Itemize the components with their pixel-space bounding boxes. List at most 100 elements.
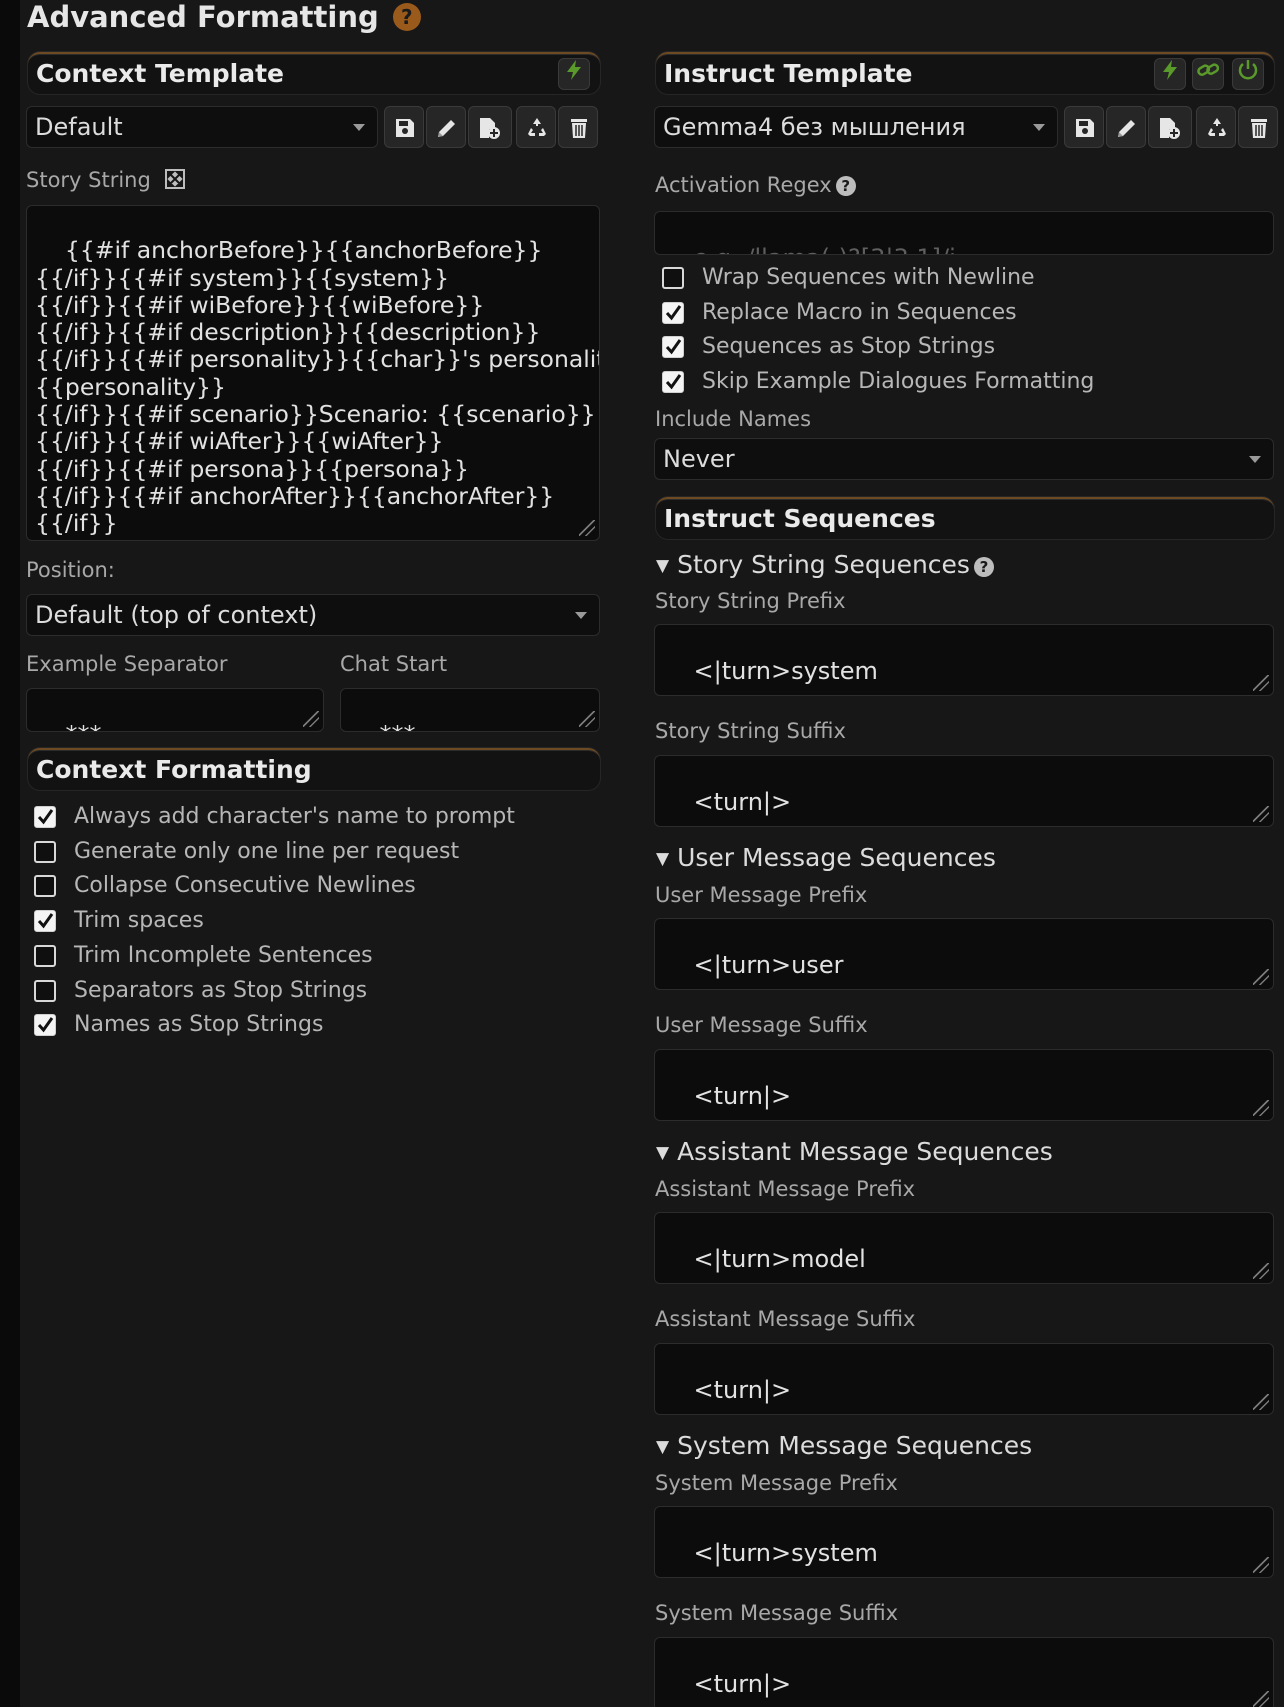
file-plus-icon <box>1160 118 1180 139</box>
checkbox-icon[interactable] <box>34 840 56 863</box>
example-separator-value: *** <box>66 721 102 731</box>
resize-grip-icon[interactable] <box>579 520 595 536</box>
user-suffix-field[interactable]: <turn|> <box>654 1049 1274 1121</box>
story-string-textarea[interactable]: {{#if anchorBefore}}{{anchorBefore}} {{/… <box>26 205 600 541</box>
help-icon[interactable]: ? <box>835 176 856 196</box>
instruct-new-button[interactable] <box>1148 106 1192 148</box>
context-template-select[interactable]: Default <box>26 106 378 148</box>
resize-grip-icon[interactable] <box>1253 1557 1269 1573</box>
assistant-suffix-value: <turn|> <box>693 1376 792 1404</box>
include-names-label: Include Names <box>655 407 812 431</box>
story-string-label: Story String <box>26 168 186 192</box>
system-prefix-value: <|turn>system <box>693 1539 878 1567</box>
checkbox-row[interactable]: Wrap Sequences with Newline <box>662 265 1262 297</box>
recycle-icon <box>528 118 546 136</box>
pencil-icon <box>1118 120 1135 137</box>
rename-button[interactable] <box>426 106 466 148</box>
resize-grip-icon[interactable] <box>1253 806 1269 822</box>
assistant-prefix-field[interactable]: <|turn>model <box>654 1212 1274 1284</box>
lightning-icon[interactable] <box>558 58 590 90</box>
checkbox-label: Wrap Sequences with Newline <box>702 265 1035 290</box>
include-names-select[interactable]: Never <box>654 438 1274 480</box>
resize-grip-icon[interactable] <box>1253 1394 1269 1410</box>
checkbox-label: Collapse Consecutive Newlines <box>74 873 416 899</box>
checkbox-row[interactable]: Generate only one line per request <box>34 839 594 871</box>
context-formatting-options: Always add character's name to prompt Gen… <box>34 804 594 1039</box>
system-suffix-field[interactable]: <turn|> <box>654 1637 1274 1707</box>
checkbox-row[interactable]: Skip Example Dialogues Formatting <box>662 369 1262 401</box>
resize-grip-icon[interactable] <box>1253 675 1269 691</box>
expand-icon[interactable] <box>164 168 186 190</box>
delete-button[interactable] <box>558 106 598 148</box>
checkbox-row[interactable]: Names as Stop Strings <box>34 1012 594 1044</box>
help-icon[interactable]: ? <box>973 557 994 577</box>
checkbox-row[interactable]: Always add character's name to prompt <box>34 804 594 836</box>
checkbox-icon[interactable] <box>34 944 56 967</box>
save-button[interactable] <box>384 106 424 148</box>
checkbox-icon[interactable] <box>34 1014 56 1037</box>
story-suffix-field[interactable]: <turn|> <box>654 755 1274 827</box>
story-prefix-label: Story String Prefix <box>655 589 846 613</box>
position-select[interactable]: Default (top of context) <box>26 594 600 636</box>
assistant-prefix-label: Assistant Message Prefix <box>655 1177 916 1201</box>
checkbox-icon[interactable] <box>662 371 684 394</box>
story-sequences-toggle[interactable]: ▼ Story String Sequences? <box>656 550 994 579</box>
checkbox-row[interactable]: Separators as Stop Strings <box>34 978 594 1010</box>
instruct-template-select[interactable]: Gemma4 без мышления <box>654 106 1058 148</box>
instruct-rename-button[interactable] <box>1106 106 1146 148</box>
activation-regex-placeholder: e.g. /llama(-)?[3|3.1]/i <box>694 244 956 254</box>
power-icon[interactable] <box>1232 58 1264 90</box>
chevron-down-icon <box>1249 456 1261 463</box>
resize-grip-icon[interactable] <box>1253 969 1269 985</box>
chat-start-field[interactable]: *** <box>340 688 600 732</box>
include-names-selected: Never <box>663 445 735 473</box>
instruct-restore-button[interactable] <box>1196 106 1236 148</box>
resize-grip-icon[interactable] <box>579 711 595 727</box>
checkbox-row[interactable]: Trim Incomplete Sentences <box>34 943 594 975</box>
instruct-save-button[interactable] <box>1064 106 1104 148</box>
resize-grip-icon[interactable] <box>303 711 319 727</box>
context-formatting-header: Context Formatting <box>28 748 600 790</box>
checkbox-icon[interactable] <box>662 336 684 359</box>
checkbox-row[interactable]: Trim spaces <box>34 908 594 940</box>
checkbox-icon[interactable] <box>34 875 56 898</box>
chevron-down-icon <box>575 612 587 619</box>
system-suffix-value: <turn|> <box>693 1670 792 1698</box>
triangle-down-icon: ▼ <box>656 1437 670 1457</box>
lightning-icon[interactable] <box>1154 58 1186 90</box>
chevron-down-icon <box>353 124 365 131</box>
instruct-options: Wrap Sequences with Newline Replace Macro… <box>662 265 1262 395</box>
new-button[interactable] <box>468 106 512 148</box>
save-icon <box>396 119 414 137</box>
checkbox-label: Generate only one line per request <box>74 838 460 864</box>
checkbox-icon[interactable] <box>34 979 56 1002</box>
story-string-label-text: Story String <box>26 168 151 192</box>
checkbox-row[interactable]: Sequences as Stop Strings <box>662 334 1262 366</box>
story-prefix-field[interactable]: <|turn>system <box>654 624 1274 696</box>
checkbox-row[interactable]: Replace Macro in Sequences <box>662 300 1262 332</box>
context-template-selected: Default <box>35 113 123 141</box>
checkbox-icon[interactable] <box>34 910 56 933</box>
assistant-suffix-field[interactable]: <turn|> <box>654 1343 1274 1415</box>
resize-grip-icon[interactable] <box>1253 1100 1269 1116</box>
activation-regex-input[interactable]: e.g. /llama(-)?[3|3.1]/i <box>654 211 1274 255</box>
user-sequences-toggle[interactable]: ▼ User Message Sequences <box>656 843 996 872</box>
resize-grip-icon[interactable] <box>1253 1263 1269 1279</box>
checkbox-label: Sequences as Stop Strings <box>702 334 996 360</box>
assistant-sequences-toggle[interactable]: ▼ Assistant Message Sequences <box>656 1137 1053 1166</box>
example-separator-field[interactable]: *** <box>26 688 324 732</box>
chat-start-value: *** <box>380 721 416 731</box>
system-prefix-field[interactable]: <|turn>system <box>654 1506 1274 1578</box>
help-icon[interactable]: ? <box>392 3 421 31</box>
checkbox-icon[interactable] <box>662 301 684 324</box>
system-sequences-toggle[interactable]: ▼ System Message Sequences <box>656 1431 1032 1460</box>
checkbox-icon[interactable] <box>662 267 684 289</box>
link-icon[interactable] <box>1192 58 1224 90</box>
user-prefix-field[interactable]: <|turn>user <box>654 918 1274 990</box>
checkbox-row[interactable]: Collapse Consecutive Newlines <box>34 873 594 905</box>
resize-grip-icon[interactable] <box>1253 1691 1269 1707</box>
checkbox-icon[interactable] <box>34 806 56 828</box>
restore-button[interactable] <box>516 106 556 148</box>
instruct-delete-button[interactable] <box>1238 106 1278 148</box>
triangle-down-icon: ▼ <box>656 556 670 576</box>
